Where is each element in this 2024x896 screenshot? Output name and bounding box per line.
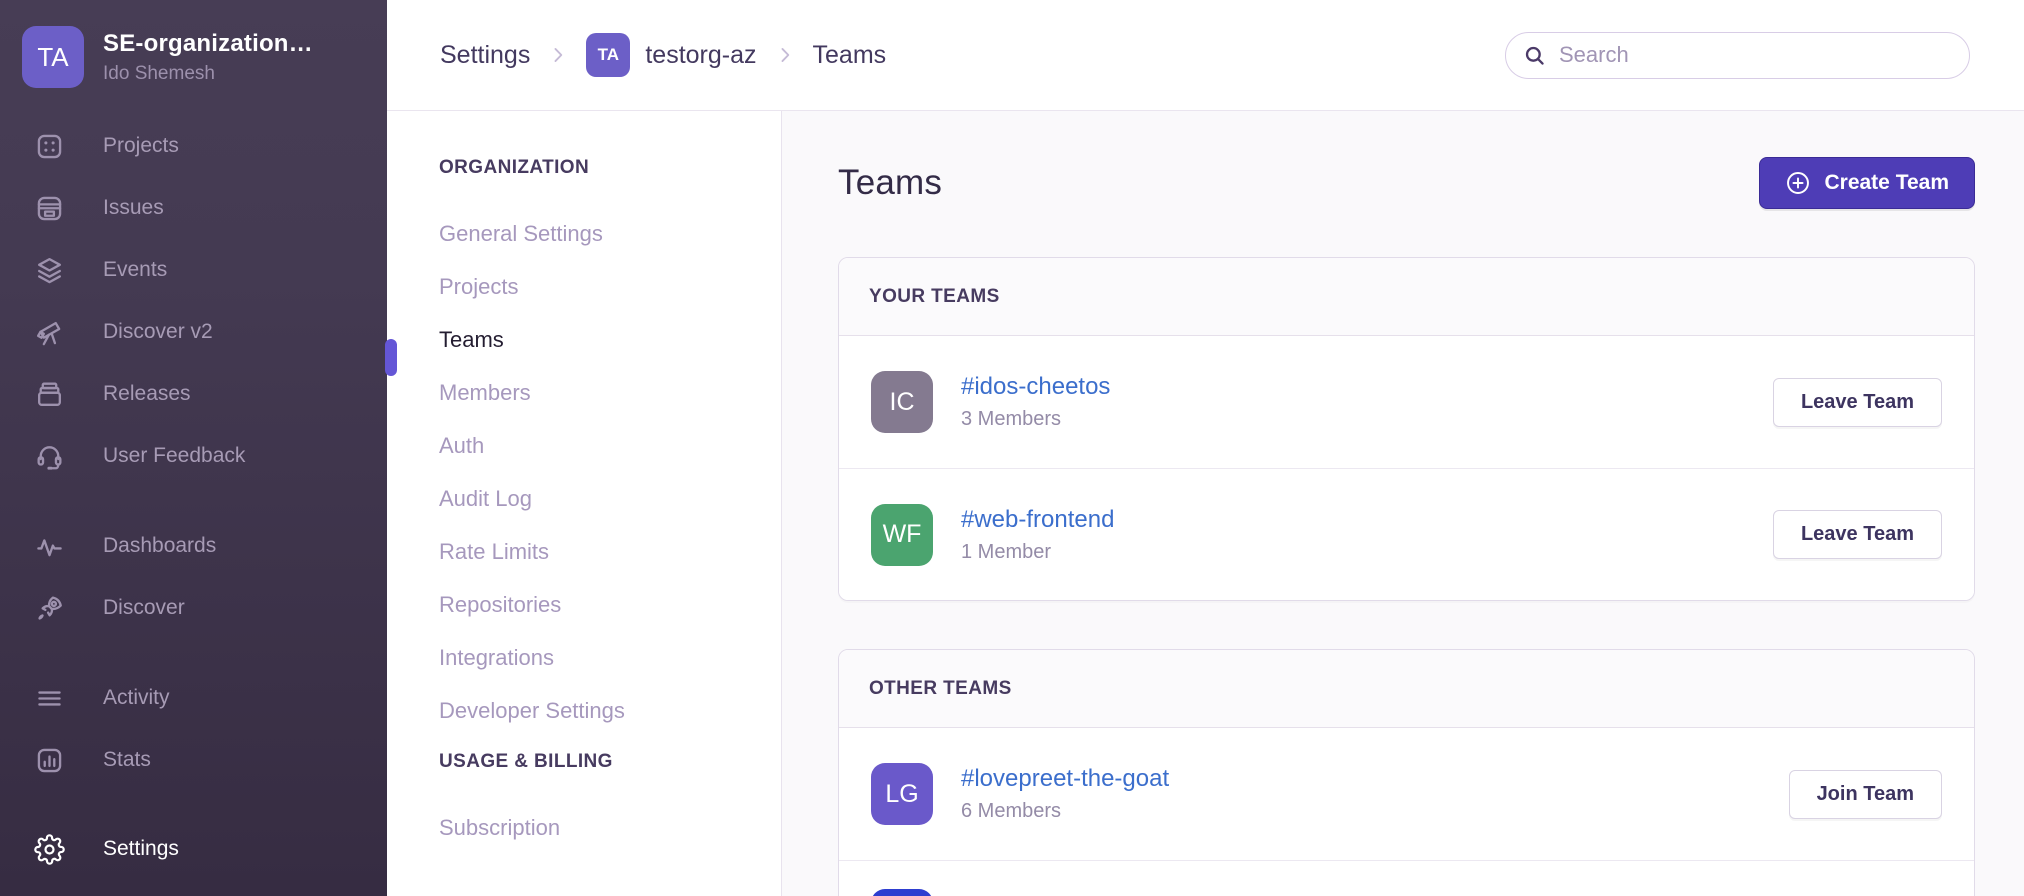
sidebar-item-projects[interactable]: Projects	[0, 115, 387, 177]
sidebar-item-dashboards[interactable]: Dashboards	[0, 515, 387, 577]
settings-nav-section-organization: ORGANIZATION	[439, 157, 781, 179]
search-input[interactable]	[1505, 32, 1970, 79]
team-avatar: WF	[871, 504, 933, 566]
breadcrumb-settings[interactable]: Settings	[440, 41, 530, 70]
org-name: SE-organization…	[103, 30, 313, 58]
breadcrumb-organization[interactable]: TA testorg-az	[586, 33, 756, 77]
settings-nav-item-teams[interactable]: Teams	[439, 327, 781, 353]
sidebar-item-releases[interactable]: Releases	[0, 363, 387, 425]
panel-header: YOUR TEAMS	[839, 258, 1974, 336]
top-header: Settings TA testorg-az Teams	[387, 0, 2024, 111]
search-icon	[1523, 44, 1546, 67]
team-members-count: 1 Member	[961, 541, 1114, 564]
sidebar-item-user-feedback[interactable]: User Feedback	[0, 425, 387, 487]
create-team-button[interactable]: Create Team	[1759, 157, 1975, 209]
breadcrumb-teams-label: Teams	[813, 41, 887, 70]
settings-nav-item-rate-limits[interactable]: Rate Limits	[439, 539, 781, 565]
team-link[interactable]: #idos-cheetos	[961, 373, 1110, 400]
releases-icon	[34, 379, 65, 410]
lines-icon	[34, 683, 65, 714]
gear-icon	[34, 834, 65, 865]
sidebar-item-issues[interactable]: Issues	[0, 177, 387, 239]
leave-team-button[interactable]: Leave Team	[1773, 510, 1942, 559]
join-team-button[interactable]: Join Team	[1789, 770, 1942, 819]
settings-nav-item-members[interactable]: Members	[439, 380, 781, 406]
sidebar-item-activity[interactable]: Activity	[0, 667, 387, 729]
sidebar-bottom: Settings	[0, 818, 387, 880]
events-icon	[34, 255, 65, 286]
leave-team-button[interactable]: Leave Team	[1773, 378, 1942, 427]
main-content: Teams Create Team YOUR TEAMS IC #idos-ch…	[782, 111, 2024, 896]
settings-nav-item-repositories[interactable]: Repositories	[439, 592, 781, 618]
plus-circle-icon	[1785, 170, 1811, 196]
telescope-icon	[34, 317, 65, 348]
search-bar	[1505, 32, 1970, 79]
sidebar: TA SE-organization… Ido Shemesh Projects…	[0, 0, 387, 896]
panel-header: OTHER TEAMS	[839, 650, 1974, 728]
projects-icon	[34, 131, 65, 162]
settings-nav-item-auth[interactable]: Auth	[439, 433, 781, 459]
rocket-icon	[34, 593, 65, 624]
team-row-partial	[839, 860, 1974, 896]
breadcrumb-settings-label: Settings	[440, 41, 530, 70]
create-team-label: Create Team	[1824, 171, 1949, 195]
sidebar-active-indicator	[385, 339, 397, 376]
sidebar-item-settings[interactable]: Settings	[0, 818, 387, 880]
settings-nav-item-integrations[interactable]: Integrations	[439, 645, 781, 671]
team-avatar	[871, 889, 933, 896]
team-link[interactable]: #web-frontend	[961, 506, 1114, 533]
settings-nav-item-developer-settings[interactable]: Developer Settings	[439, 698, 781, 724]
headset-icon	[34, 441, 65, 472]
settings-nav-item-subscription[interactable]: Subscription	[439, 815, 781, 841]
org-switcher[interactable]: TA SE-organization… Ido Shemesh	[0, 0, 387, 88]
panel-other-teams: OTHER TEAMS LG #lovepreet-the-goat 6 Mem…	[838, 649, 1975, 896]
org-user-name: Ido Shemesh	[103, 63, 313, 85]
sidebar-item-events[interactable]: Events	[0, 239, 387, 301]
team-avatar: LG	[871, 763, 933, 825]
team-row-web-frontend: WF #web-frontend 1 Member Leave Team	[839, 468, 1974, 600]
chevron-right-icon	[774, 44, 796, 66]
team-link[interactable]: #lovepreet-the-goat	[961, 765, 1169, 792]
stats-icon	[34, 745, 65, 776]
org-avatar: TA	[22, 26, 84, 88]
breadcrumb-teams[interactable]: Teams	[813, 41, 887, 70]
settings-nav-section-usage-billing: USAGE & BILLING	[439, 751, 781, 773]
team-members-count: 6 Members	[961, 800, 1169, 823]
breadcrumb: Settings TA testorg-az Teams	[440, 33, 886, 77]
settings-nav-item-projects[interactable]: Projects	[439, 274, 781, 300]
team-members-count: 3 Members	[961, 408, 1110, 431]
pulse-icon	[34, 531, 65, 562]
page-title: Teams	[838, 163, 942, 203]
issues-icon	[34, 193, 65, 224]
sidebar-item-discover[interactable]: Discover	[0, 577, 387, 639]
settings-nav: ORGANIZATION General Settings Projects Team…	[387, 111, 782, 896]
team-row-lovepreet-the-goat: LG #lovepreet-the-goat 6 Members Join Te…	[839, 728, 1974, 860]
breadcrumb-organization-label: testorg-az	[645, 41, 756, 70]
org-badge: TA	[586, 33, 630, 77]
settings-nav-item-audit-log[interactable]: Audit Log	[439, 486, 781, 512]
team-avatar: IC	[871, 371, 933, 433]
team-row-idos-cheetos: IC #idos-cheetos 3 Members Leave Team	[839, 336, 1974, 468]
sidebar-item-stats[interactable]: Stats	[0, 729, 387, 791]
sidebar-item-discover-v2[interactable]: Discover v2	[0, 301, 387, 363]
panel-your-teams: YOUR TEAMS IC #idos-cheetos 3 Members Le…	[838, 257, 1975, 601]
sidebar-nav: Projects Issues Events Discover v2 Relea…	[0, 88, 387, 791]
settings-nav-item-general-settings[interactable]: General Settings	[439, 221, 781, 247]
chevron-right-icon	[547, 44, 569, 66]
